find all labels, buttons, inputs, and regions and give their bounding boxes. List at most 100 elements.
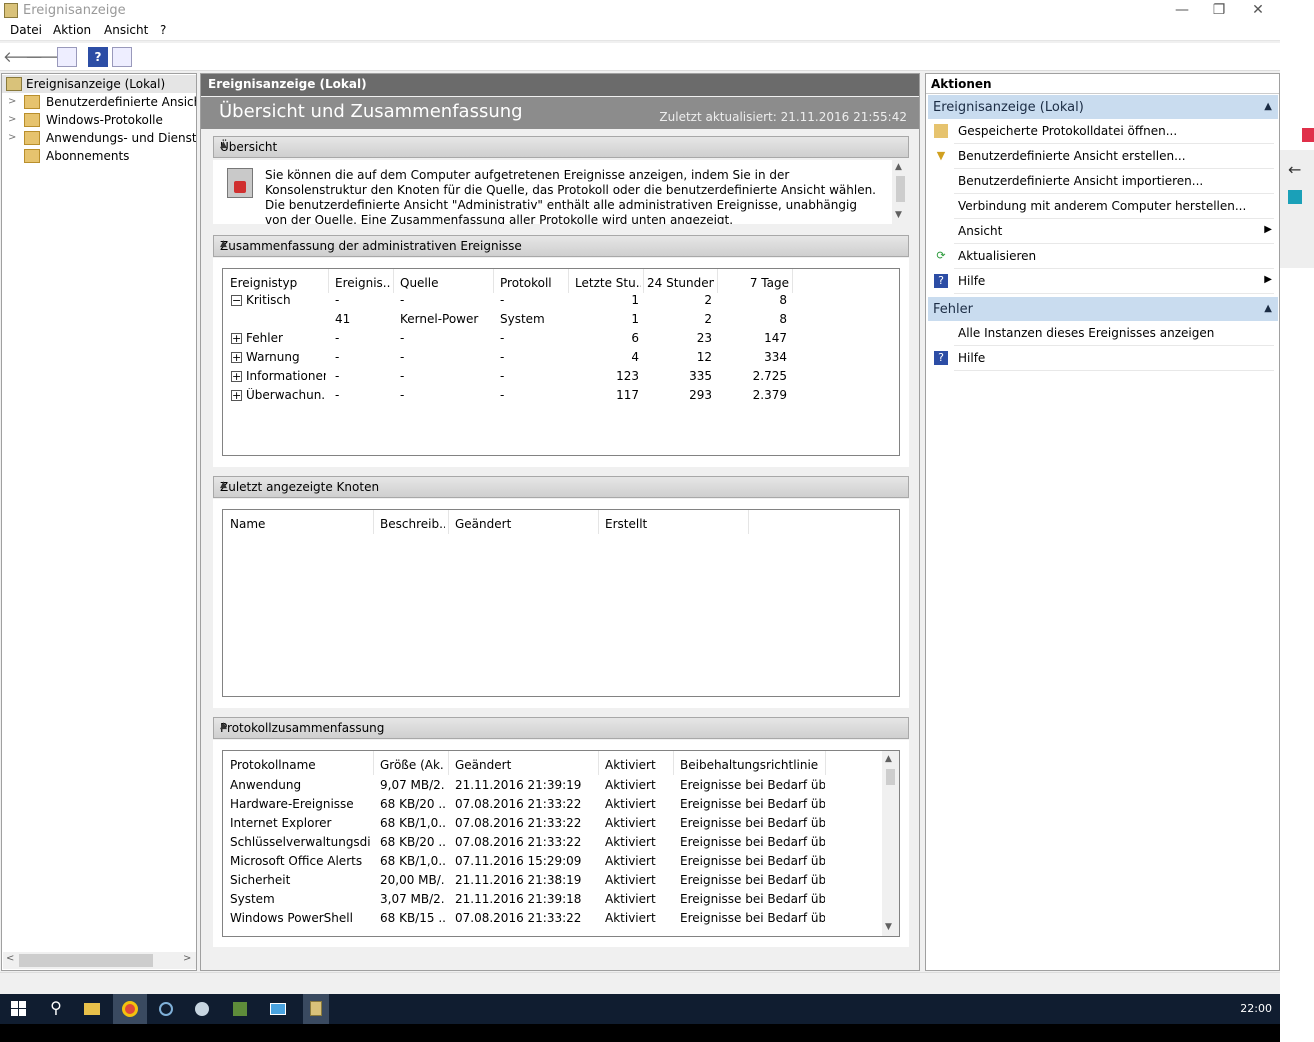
log-summary-header[interactable]: Protokollzusammenfassung ▲ [213, 717, 909, 739]
overview-section-header[interactable]: Übersicht ▲ [213, 136, 909, 158]
collapse-icon[interactable]: ▲ [220, 480, 902, 490]
scroll-up-icon[interactable]: ▲ [885, 754, 892, 764]
file-explorer-icon[interactable] [81, 998, 103, 1020]
expand-icon[interactable]: + [231, 371, 242, 382]
table-row[interactable]: Windows PowerShell 68 KB/15 ... 07.08.2016… [223, 911, 878, 930]
close-button[interactable]: ✕ [1238, 0, 1278, 21]
scroll-down-icon[interactable]: ▼ [895, 210, 902, 220]
minimize-button[interactable]: — [1162, 0, 1202, 21]
column-header[interactable]: Letzte Stu... [575, 276, 641, 290]
column-header[interactable]: Name [230, 517, 370, 531]
collapse-icon[interactable]: ▲ [220, 239, 902, 249]
minecraft-icon[interactable] [229, 998, 251, 1020]
action-item[interactable]: Ansicht ▶ [928, 219, 1278, 243]
column-header[interactable]: Quelle [400, 276, 490, 290]
action-item[interactable]: Verbindung mit anderem Computer herstell… [928, 194, 1278, 218]
remote-desktop-icon[interactable] [267, 998, 289, 1020]
help-icon[interactable]: ? [88, 47, 108, 67]
search-icon[interactable]: ⚲ [45, 998, 67, 1020]
table-row[interactable]: Hardware-Ereignisse 68 KB/20 ... 07.08.201… [223, 797, 878, 816]
scrollbar-thumb[interactable] [19, 954, 153, 967]
column-header[interactable]: Ereignis... [335, 276, 391, 290]
action-item[interactable]: ⟳ Aktualisieren [928, 244, 1278, 268]
action-item[interactable]: ? Hilfe ▶ [928, 269, 1278, 293]
collapse-icon[interactable]: ▲ [1264, 101, 1272, 112]
action-item[interactable]: Gespeicherte Protokolldatei öffnen... [928, 119, 1278, 143]
overview-scrollbar[interactable]: ▲ ▼ [892, 160, 909, 224]
action-item[interactable]: ▼ Benutzerdefinierte Ansicht erstellen... [928, 144, 1278, 168]
scrollbar-thumb[interactable] [886, 769, 895, 785]
action-group-local[interactable]: Ereignisanzeige (Lokal) ▲ [928, 95, 1278, 119]
event-id: - [335, 293, 340, 307]
log-table-scrollbar[interactable]: ▲ ▼ [882, 751, 899, 936]
collapse-icon[interactable]: ▲ [220, 721, 902, 731]
collapse-icon[interactable]: ▲ [220, 140, 902, 150]
tree-node-root[interactable]: Ereignisanzeige (Lokal) [2, 75, 196, 93]
log-size: 20,00 MB/... [380, 873, 445, 887]
column-header[interactable]: Geändert [455, 517, 595, 531]
back-arrow-icon[interactable]: 🡐 [3, 47, 43, 67]
table-row[interactable]: Anwendung 9,07 MB/2... 21.11.2016 21:39:19… [223, 778, 878, 797]
tree-node-app-service-logs[interactable]: > Anwendungs- und Dienstprotokolle [2, 129, 196, 147]
steam-icon[interactable] [191, 998, 213, 1020]
summary-section-header[interactable]: Zusammenfassung der administrativen Erei… [213, 235, 909, 257]
forward-arrow-icon[interactable]: 🡒 [25, 47, 65, 67]
scrollbar-thumb[interactable] [896, 176, 905, 202]
tree-horizontal-scrollbar[interactable]: < > [3, 952, 196, 969]
console-tree-icon[interactable] [57, 47, 77, 67]
tree-node-windows-logs[interactable]: > Windows-Protokolle [2, 111, 196, 129]
restore-button[interactable]: ❐ [1199, 0, 1239, 21]
column-header[interactable]: Protokoll [500, 276, 565, 290]
action-item[interactable]: Alle Instanzen dieses Ereignisses anzeig… [928, 321, 1278, 345]
summary-table[interactable]: Ereignistyp Ereignis... Quelle Protokoll… [222, 268, 900, 456]
tree-node-subscriptions[interactable]: Abonnements [2, 147, 196, 165]
recent-nodes-table[interactable]: Name Beschreib... Geändert Erstellt [222, 509, 900, 697]
menu-ansicht[interactable]: Ansicht [104, 23, 148, 37]
scroll-left-icon[interactable]: < [6, 953, 14, 964]
table-row[interactable]: System 3,07 MB/2... 21.11.2016 21:39:18 Akt… [223, 892, 878, 911]
collapse-icon[interactable]: − [231, 295, 242, 306]
action-pane-icon[interactable] [112, 47, 132, 67]
menu-aktion[interactable]: Aktion [53, 23, 91, 37]
chevron-right-icon[interactable]: > [8, 129, 16, 147]
menu-help[interactable]: ? [160, 23, 166, 37]
expand-icon[interactable]: + [231, 390, 242, 401]
event-source: - [400, 350, 405, 364]
column-header[interactable]: Aktiviert [605, 758, 673, 772]
column-header[interactable]: 7 Tage [721, 276, 789, 290]
menu-datei[interactable]: Datei [10, 23, 42, 37]
chevron-right-icon[interactable]: > [8, 111, 16, 129]
column-header[interactable]: Beibehaltungsrichtlinie [680, 758, 825, 772]
recent-section-header[interactable]: Zuletzt angezeigte Knoten ▲ [213, 476, 909, 498]
steam-like-icon[interactable] [155, 998, 177, 1020]
windows-start-icon[interactable] [9, 998, 31, 1020]
table-row[interactable]: Sicherheit 20,00 MB/... 21.11.2016 21:38:1… [223, 873, 878, 892]
action-item[interactable]: ? Hilfe [928, 346, 1278, 370]
action-item[interactable]: Benutzerdefinierte Ansicht importieren..… [928, 169, 1278, 193]
scroll-down-icon[interactable]: ▼ [885, 922, 892, 932]
chevron-right-icon[interactable]: > [8, 93, 16, 111]
scroll-up-icon[interactable]: ▲ [895, 162, 902, 172]
column-header[interactable]: Ereignistyp [230, 276, 325, 290]
column-header[interactable]: Beschreib... [380, 517, 445, 531]
collapse-icon[interactable]: ▲ [1264, 303, 1272, 314]
table-row[interactable]: Schlüsselverwaltungsdie... 68 KB/20 ... 07… [223, 835, 878, 854]
expand-icon[interactable]: + [231, 333, 242, 344]
column-header[interactable]: Größe (Ak... [380, 758, 445, 772]
column-header[interactable]: 24 Stunden [647, 276, 714, 290]
taskbar-clock[interactable]: 22:00 [1240, 1002, 1272, 1015]
column-header[interactable]: Erstellt [605, 517, 745, 531]
expand-icon[interactable]: + [231, 352, 242, 363]
table-row[interactable]: Internet Explorer 68 KB/1,0... 07.08.2016 … [223, 816, 878, 835]
log-summary-table[interactable]: Protokollname Größe (Ak... Geändert Akti… [222, 750, 900, 937]
table-row[interactable]: Microsoft Office Alerts 68 KB/1,0... 07.11… [223, 854, 878, 873]
column-header[interactable]: Protokollname [230, 758, 370, 772]
tree-node-custom-views[interactable]: > Benutzerdefinierte Ansichten [2, 93, 196, 111]
event-viewer-taskbar-icon[interactable] [303, 994, 329, 1024]
back-arrow-icon[interactable]: ← [1288, 160, 1301, 179]
action-label: Benutzerdefinierte Ansicht erstellen... [958, 149, 1186, 163]
chrome-icon[interactable] [113, 994, 147, 1024]
scroll-right-icon[interactable]: > [183, 953, 191, 964]
action-group-error[interactable]: Fehler ▲ [928, 297, 1278, 321]
column-header[interactable]: Geändert [455, 758, 595, 772]
